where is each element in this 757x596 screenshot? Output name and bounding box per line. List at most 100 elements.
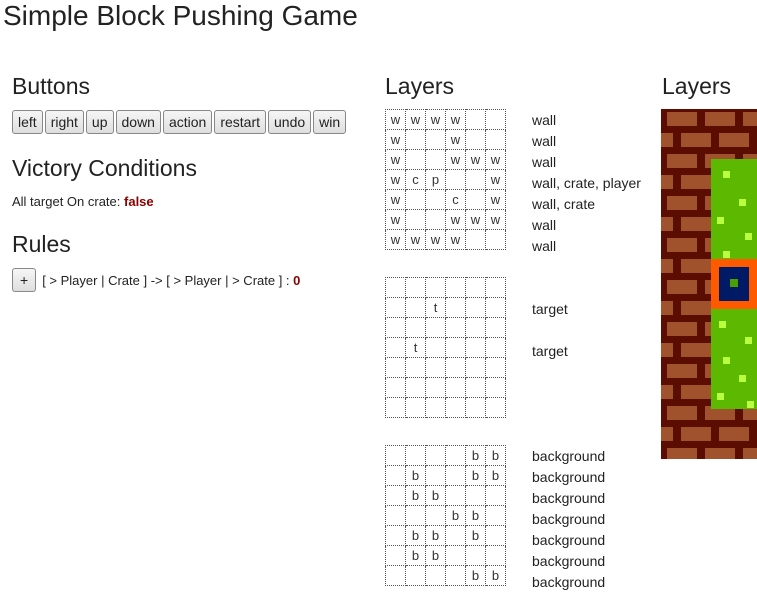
up-button[interactable]: up <box>85 110 114 134</box>
layer-cell: w <box>385 169 406 190</box>
victory-condition: All target On crate: false <box>12 194 154 209</box>
layer-cell <box>425 445 446 466</box>
player-core <box>730 279 738 287</box>
floor-speck <box>745 233 752 240</box>
layer-cell: p <box>425 169 446 190</box>
wall-brick <box>661 385 673 399</box>
layer-cell: w <box>385 209 406 230</box>
down-button[interactable]: down <box>115 110 161 134</box>
left-button[interactable]: left <box>12 110 43 134</box>
layer-cell <box>385 545 406 566</box>
floor-speck <box>723 171 730 178</box>
wall-brick <box>667 448 697 459</box>
action-button[interactable]: action <box>162 110 213 134</box>
wall-brick <box>661 133 673 147</box>
layer-cell: t <box>425 297 446 318</box>
layer-cell <box>425 505 446 526</box>
layer-row-label <box>532 320 568 341</box>
floor-speck <box>739 199 746 206</box>
layer-row-label: target <box>532 301 568 317</box>
layer-cell <box>425 209 446 230</box>
layer-cell <box>385 397 406 418</box>
layer-grid-row: wwww <box>385 149 506 170</box>
wall-brick <box>719 133 749 147</box>
wall-brick <box>743 112 757 126</box>
layer-cell <box>385 525 406 546</box>
layer-grid-row: t <box>385 337 506 358</box>
floor-speck <box>739 375 746 382</box>
layer-cell <box>405 357 426 378</box>
layer-cell <box>465 277 486 298</box>
wall-brick <box>719 427 749 441</box>
floor-speck <box>723 357 730 364</box>
layer-grid-row <box>385 357 506 378</box>
floor-speck <box>747 401 754 408</box>
floor-speck <box>717 393 724 400</box>
wall-brick <box>681 259 711 273</box>
wall-brick <box>681 343 711 357</box>
layer-cell <box>385 445 406 466</box>
layer-cell: w <box>385 149 406 170</box>
layer-cell <box>485 317 506 338</box>
right-button[interactable]: right <box>44 110 84 134</box>
layer-cell <box>385 485 406 506</box>
layer-cell <box>425 149 446 170</box>
layer-row-label: wall, crate, player <box>532 175 641 191</box>
wall-brick <box>667 406 697 420</box>
layer-cell: w <box>485 209 506 230</box>
wall-brick <box>667 322 697 336</box>
wall-brick <box>667 196 697 210</box>
wall-brick <box>681 301 711 315</box>
win-button[interactable]: win <box>313 110 347 134</box>
layer-cell: w <box>425 229 446 250</box>
layer-row-label <box>532 404 568 425</box>
rule-count: 0 <box>293 272 301 288</box>
layer-row-label <box>532 278 568 299</box>
layer-cell <box>405 209 426 230</box>
layer-grid-row: bb <box>385 485 506 506</box>
layer-cell: b <box>465 445 486 466</box>
layer-cell: w <box>445 109 466 130</box>
add-rule-button[interactable]: + <box>12 268 37 292</box>
wall-brick <box>661 427 673 441</box>
layer-grid-row <box>385 317 506 338</box>
layer-row-label: background <box>532 532 606 548</box>
rules-heading: Rules <box>12 231 71 257</box>
layer-grid-row: wcpw <box>385 169 506 190</box>
layer-row-label <box>532 383 568 404</box>
layer-cell <box>485 505 506 526</box>
layer-row-label: background <box>532 553 606 569</box>
layer-cell <box>445 297 466 318</box>
layer-cell <box>445 357 466 378</box>
button-bar: left right up down action restart undo win <box>12 110 348 134</box>
layer-cell <box>485 109 506 130</box>
layer-row-label: wall <box>532 217 557 233</box>
layer-cell <box>405 317 426 338</box>
layer-cell <box>405 297 426 318</box>
layer-cell <box>405 397 426 418</box>
layer-cell <box>385 505 406 526</box>
layer-cell <box>385 297 406 318</box>
layer-cell <box>405 565 426 586</box>
wall-brick <box>661 301 673 315</box>
layer-row-label: background <box>532 469 606 485</box>
undo-button[interactable]: undo <box>268 110 312 134</box>
layer-grid: wwwwwwwwwwwcpwwcwwwwwwwww <box>385 109 506 250</box>
wall-brick <box>705 112 735 126</box>
wall-brick <box>667 238 697 252</box>
layer-cell: b <box>445 505 466 526</box>
restart-button[interactable]: restart <box>214 110 267 134</box>
layer-grid-table: tt <box>385 277 506 418</box>
layer-cell: w <box>485 149 506 170</box>
layer-cell: w <box>445 229 466 250</box>
layer-cell <box>465 377 486 398</box>
floor-speck <box>717 217 724 224</box>
rule-row: + [ > Player | Crate ] -> [ > Player | >… <box>12 268 300 292</box>
layer-cell: b <box>405 545 426 566</box>
layer-grid-row: ww <box>385 129 506 150</box>
layer-row-label: wall <box>532 133 557 149</box>
layer-row-label: wall <box>532 154 557 170</box>
layer-cell <box>405 505 426 526</box>
layer-grid: bbbbbbbbbbbbbbbb <box>385 445 506 586</box>
layer-cell: w <box>465 149 486 170</box>
